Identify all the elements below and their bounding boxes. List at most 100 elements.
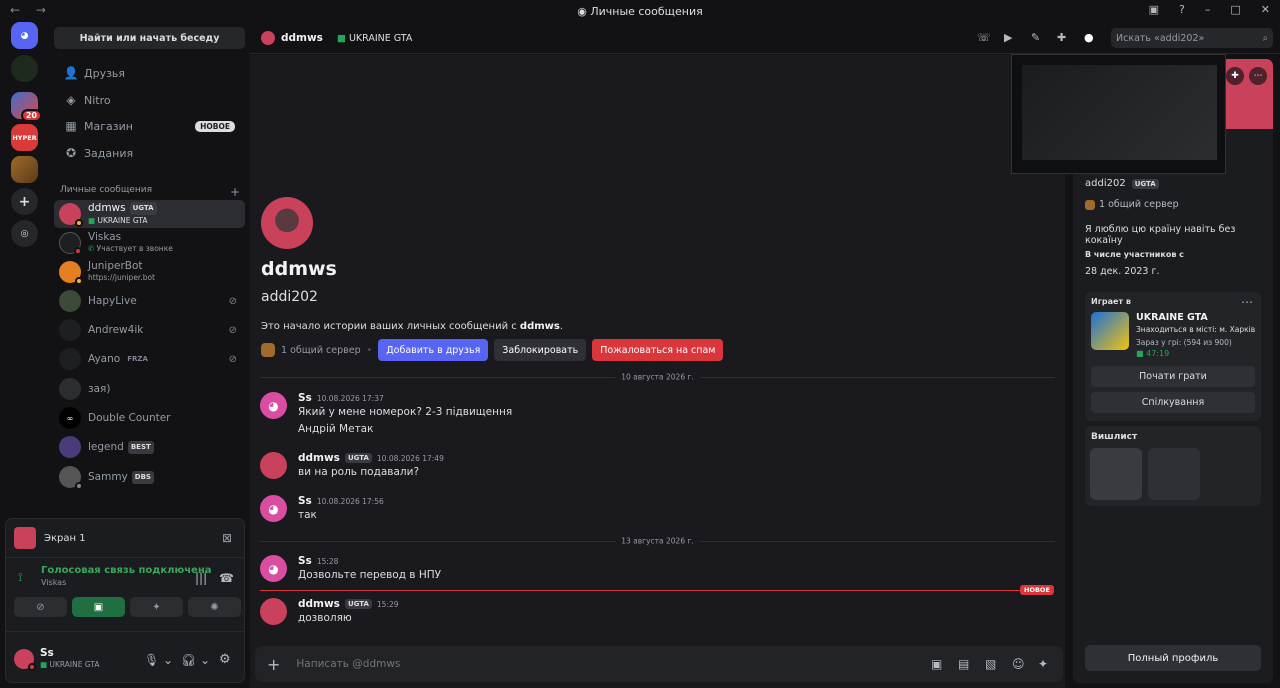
message: ddmws UGTA 15:29 дозволяю (260, 598, 1050, 628)
title-bar: ← → ◉ Личные сообщения ▣ ? – □ ✕ (0, 0, 1280, 22)
block-button[interactable]: Заблокировать (494, 339, 587, 361)
disconnect-icon[interactable]: ☎ (219, 571, 234, 585)
message: ◕ Ss 10.08.2026 17:56 так (260, 495, 1050, 525)
pin-icon[interactable]: ✎ (1031, 31, 1040, 44)
create-dm-icon[interactable]: + (230, 185, 240, 199)
mic-icon[interactable]: 🎙︎ ⌄ (144, 653, 173, 667)
video-call-icon[interactable]: ▶ (1004, 31, 1012, 44)
voice-call-icon[interactable]: ☏ (977, 31, 991, 44)
new-badge: НОВОЕ (195, 120, 235, 132)
gamepad-icon: ■ (1136, 349, 1147, 358)
settings-gear-icon[interactable]: ⚙ (219, 652, 231, 667)
activities-button[interactable]: ✦ (130, 597, 183, 617)
gif-icon[interactable]: ▤ (958, 657, 969, 671)
help-icon[interactable]: ? (1179, 3, 1185, 16)
stream-preview[interactable]: Экран 1 (14, 527, 86, 549)
close-icon[interactable]: ✕ (1261, 3, 1270, 16)
dm-item-double-counter[interactable]: ∞ Double Counter (54, 404, 245, 432)
dm-item-hapylive[interactable]: HapyLive ⊘ (54, 287, 245, 315)
nav-nitro[interactable]: ◈ Nitro (54, 88, 245, 112)
sticker-icon[interactable]: ▧ (985, 657, 996, 671)
server-icon (1085, 199, 1095, 210)
discord-logo-icon: ◕ (268, 561, 279, 576)
profile-panel: ✚ ⋯ addi202 UGTA 1 общий сервер Я люблю … (1011, 54, 1273, 683)
activities-icon: ✦ (152, 601, 161, 613)
add-server-button[interactable]: + (11, 188, 38, 215)
stream-preview-popup[interactable] (1011, 54, 1226, 174)
user-profile-icon[interactable]: ● (1084, 31, 1094, 44)
message-input[interactable] (296, 658, 897, 670)
dm-header: Личные сообщения + (60, 185, 240, 199)
nav-shop[interactable]: ▦ Магазин НОВОЕ (54, 114, 245, 138)
nav-quests[interactable]: ✪ Задания (54, 141, 245, 165)
full-profile-button[interactable]: Полный профиль (1085, 645, 1261, 671)
avatar[interactable]: ◕ (260, 495, 287, 522)
attach-plus-icon[interactable]: + (267, 655, 280, 674)
guild-tag: DBS (131, 470, 154, 484)
add-friends-icon[interactable]: ✚ (1057, 31, 1066, 44)
avatar[interactable] (260, 452, 287, 479)
play-button[interactable]: Почати грати (1091, 366, 1255, 387)
wishlist-item[interactable] (1090, 448, 1142, 500)
screen-share-icon: ▣ (93, 601, 104, 613)
user-panel[interactable]: Ss ■ UKRAINE GTA (14, 647, 100, 671)
wishlist-card: Вишлист (1085, 426, 1261, 506)
maximize-icon[interactable]: □ (1230, 3, 1240, 16)
more-icon[interactable]: ⋯ (1241, 295, 1253, 309)
stop-stream-icon[interactable]: ⊠ (222, 531, 232, 545)
gift-icon[interactable]: ▣ (931, 657, 942, 671)
gamepad-icon: ■ (336, 32, 349, 44)
headphones-icon[interactable]: 🎧︎ ⌄ (181, 653, 210, 667)
mutual-servers[interactable]: 1 общий сервер (281, 345, 361, 356)
dm-item-sammy[interactable]: Sammy DBS (54, 463, 245, 491)
dm-item-andrew4ik[interactable]: Andrew4ik ⊘ (54, 316, 245, 344)
avatar[interactable]: ◕ (260, 555, 287, 582)
emoji-icon[interactable]: ☺ (1012, 657, 1025, 671)
window-title: ◉ Личные сообщения (577, 4, 703, 18)
add-friend-button[interactable]: Добавить в друзья (378, 339, 489, 361)
server-1[interactable] (11, 55, 38, 82)
camera-off-button[interactable]: ⊘ (14, 597, 67, 617)
soundboard-icon: ✺ (210, 601, 219, 613)
dm-item-legend[interactable]: legend BEST (54, 433, 245, 461)
server-4[interactable] (11, 156, 38, 183)
nav-friends[interactable]: 👤 Друзья (54, 61, 245, 85)
avatar[interactable]: ◕ (260, 392, 287, 419)
profile-bio: Я люблю цю країну навіть без кокаїну (1085, 224, 1236, 246)
server-hyper[interactable]: HYPER (11, 124, 38, 151)
phone-icon: ✆ (88, 244, 97, 253)
dm-item-viskas[interactable]: Viskas ✆ Участвует в звонке (54, 229, 245, 257)
inbox-icon[interactable]: ▣ (1149, 3, 1159, 16)
dm-item-ddmws[interactable]: ddmws UGTA ■ UKRAINE GTA (54, 200, 245, 228)
soundboard-button[interactable]: ✺ (188, 597, 241, 617)
nitro-icon: ◈ (66, 93, 76, 107)
dm-item-ayano[interactable]: Ayano FRZA ⊘ (54, 345, 245, 373)
discord-icon: ◉ (577, 4, 591, 18)
guild-tag: BEST (127, 440, 154, 454)
share-screen-button[interactable]: ▣ (72, 597, 125, 617)
minimize-icon[interactable]: – (1205, 3, 1211, 16)
add-friend-icon[interactable]: ✚ (1226, 67, 1244, 85)
chat-button[interactable]: Спілкування (1091, 392, 1255, 413)
discord-logo-icon: ◕ (268, 501, 279, 516)
home-button[interactable]: ◕ (11, 22, 38, 49)
voice-panel: Экран 1 ⊠ ⟟ Голосовая связь подключена V… (5, 518, 245, 683)
discover-button[interactable]: ◎ (11, 220, 38, 247)
find-conversation-button[interactable]: Найти или начать беседу (54, 27, 245, 49)
report-spam-button[interactable]: Пожаловаться на спам (592, 339, 724, 361)
dm-item-juniperbot[interactable]: JuniperBot https://juniper.bot (54, 258, 245, 286)
more-icon[interactable]: ⋯ (1249, 67, 1267, 85)
noise-suppression-icon[interactable]: ||| (195, 571, 207, 585)
mutual-servers-link[interactable]: 1 общий сервер (1085, 199, 1179, 210)
guild-tag: UGTA (129, 202, 157, 215)
wishlist-item[interactable] (1148, 448, 1200, 500)
dm-item-zaya[interactable]: зая) (54, 375, 245, 403)
signal-icon: ⟟ (18, 570, 23, 584)
avatar: ∞ (59, 407, 81, 429)
avatar (59, 290, 81, 312)
intro-actions: 1 общий сервер • Добавить в друзья Забло… (261, 339, 724, 361)
search-input[interactable]: Искать «addi202» ⌕ (1111, 28, 1273, 48)
avatar[interactable] (260, 598, 287, 625)
apps-icon[interactable]: ✦ (1038, 657, 1048, 671)
server-2[interactable]: 20 (11, 92, 42, 122)
